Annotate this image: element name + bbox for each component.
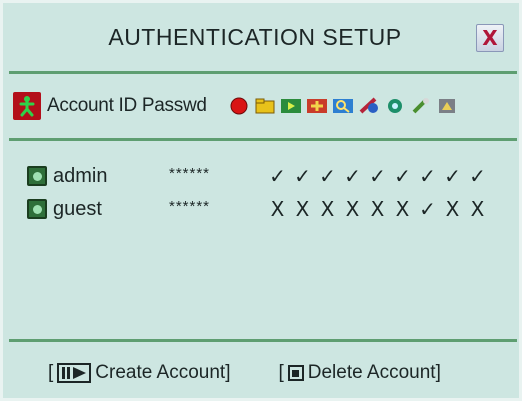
permission-flag[interactable]: ✓ bbox=[365, 164, 390, 188]
permission-flag[interactable]: X bbox=[315, 197, 340, 221]
stop-icon bbox=[287, 365, 304, 381]
permission-flag[interactable]: ✓ bbox=[440, 164, 465, 188]
permission-flag[interactable]: ✓ bbox=[415, 197, 440, 221]
play-pause-icon bbox=[57, 363, 92, 383]
account-id: guest bbox=[53, 197, 102, 220]
account-password: ****** bbox=[169, 164, 211, 182]
title-divider bbox=[9, 71, 517, 74]
system-icon bbox=[435, 95, 460, 117]
permission-flags: ✓ ✓ ✓ ✓ ✓ ✓ ✓ ✓ ✓ bbox=[265, 164, 490, 188]
record-icon bbox=[227, 95, 252, 117]
account-user-icon bbox=[13, 92, 41, 120]
account-select-icon[interactable] bbox=[27, 199, 47, 219]
permission-flag[interactable]: X bbox=[265, 197, 290, 221]
account-row-guest[interactable]: guest ****** X X X X X X ✓ X X bbox=[27, 196, 522, 222]
bracket: [ bbox=[48, 362, 54, 383]
alarm-icon bbox=[305, 95, 330, 117]
playback-icon bbox=[279, 95, 304, 117]
account-id: admin bbox=[53, 164, 108, 187]
account-password: ****** bbox=[169, 197, 211, 215]
create-account-label: Create Account] bbox=[95, 362, 231, 383]
header-divider bbox=[9, 138, 517, 141]
footer-divider bbox=[9, 339, 517, 342]
permission-flag[interactable]: X bbox=[440, 197, 465, 221]
create-account-button[interactable]: [ Create Account] bbox=[48, 362, 230, 384]
ptz-icon bbox=[383, 95, 408, 117]
bracket: [ bbox=[278, 362, 284, 383]
permission-flag[interactable]: X bbox=[340, 197, 365, 221]
permission-flag[interactable]: ✓ bbox=[390, 164, 415, 188]
column-header-row: Account ID Passwd bbox=[13, 89, 518, 123]
permission-icons bbox=[227, 94, 461, 118]
permission-flag[interactable]: X bbox=[390, 197, 415, 221]
dialog-title: AUTHENTICATION SETUP bbox=[108, 24, 402, 50]
permission-flag[interactable]: ✓ bbox=[415, 164, 440, 188]
account-select-icon[interactable] bbox=[27, 166, 47, 186]
account-row-admin[interactable]: admin ****** ✓ ✓ ✓ ✓ ✓ ✓ ✓ ✓ ✓ bbox=[27, 163, 522, 189]
permission-flags: X X X X X X ✓ X X bbox=[265, 197, 490, 221]
delete-account-button[interactable]: [ Delete Account] bbox=[278, 362, 440, 384]
permission-flag[interactable]: ✓ bbox=[340, 164, 365, 188]
close-button[interactable]: X bbox=[476, 24, 504, 52]
search-icon bbox=[331, 95, 356, 117]
permission-flag[interactable]: X bbox=[465, 197, 490, 221]
folder-icon bbox=[253, 95, 278, 117]
permission-flag[interactable]: ✓ bbox=[315, 164, 340, 188]
network-icon bbox=[357, 95, 382, 117]
permission-flag[interactable]: ✓ bbox=[290, 164, 315, 188]
permission-flag[interactable]: X bbox=[290, 197, 315, 221]
authentication-setup-dialog: AUTHENTICATION SETUP X Account ID Passwd bbox=[0, 0, 522, 401]
permission-flag[interactable]: ✓ bbox=[465, 164, 490, 188]
column-header-label: Account ID Passwd bbox=[47, 95, 207, 116]
title-bar: AUTHENTICATION SETUP X bbox=[6, 6, 516, 69]
permission-flag[interactable]: X bbox=[365, 197, 390, 221]
close-icon: X bbox=[482, 26, 498, 50]
permission-flag[interactable]: ✓ bbox=[265, 164, 290, 188]
delete-account-label: Delete Account] bbox=[307, 362, 441, 383]
footer-actions: [ Create Account] [ Delete Account] bbox=[3, 348, 522, 398]
tools-icon bbox=[409, 95, 434, 117]
